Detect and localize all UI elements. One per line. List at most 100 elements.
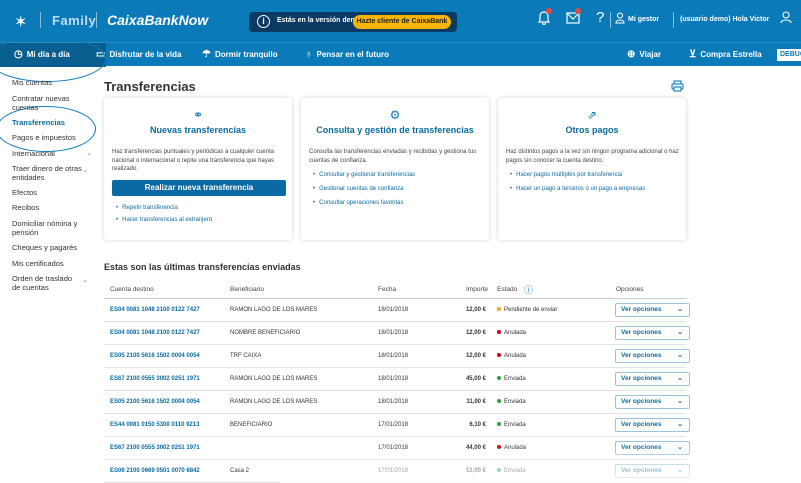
sidebar-item-orden-traslado[interactable]: Orden de traslado de cuentas bbox=[12, 274, 82, 292]
user-profile-icon[interactable] bbox=[780, 11, 792, 27]
nav-compra-estrella[interactable]: ⊻ Compra Estrella bbox=[689, 49, 762, 60]
col-cuenta-destino: Cuenta destino bbox=[110, 286, 154, 293]
print-icon[interactable] bbox=[671, 80, 684, 95]
card-title: Nuevas transferencias bbox=[149, 125, 247, 135]
ver-opciones-label: Ver opciones bbox=[621, 421, 662, 428]
ver-opciones-dropdown[interactable]: Ver opciones ⌄ bbox=[615, 326, 690, 340]
sidebar-item-internacional[interactable]: Internacional bbox=[12, 149, 92, 158]
estado-label: Enviada bbox=[504, 422, 526, 428]
fecha-cell: 18/01/2018 bbox=[378, 376, 409, 382]
table-header: Cuenta destino Beneficiario Fecha Import… bbox=[104, 281, 686, 299]
table-row[interactable]: ES44 0081 0150 5300 0110 9213 BENEFICIARI… bbox=[104, 414, 690, 437]
caixabanknow-brand[interactable]: CaixaBankNow bbox=[107, 12, 208, 28]
nav-disfrutar[interactable]: ▭ Disfrutar de la vida bbox=[96, 49, 181, 60]
sidebar-item-certificados[interactable]: Mis certificados bbox=[12, 259, 92, 268]
cuenta-destino-cell[interactable]: ES67 2100 0555 3002 0251 1971 bbox=[110, 376, 200, 382]
user-greeting[interactable]: (usuario demo) Hola Victor bbox=[680, 16, 769, 23]
estado-cell: Enviada bbox=[497, 376, 526, 382]
nav-viajar[interactable]: ⊕ Viajar bbox=[627, 49, 661, 60]
fecha-cell: 18/01/2018 bbox=[378, 353, 409, 359]
fecha-cell: 18/01/2018 bbox=[378, 399, 409, 405]
estado-label: Enviada bbox=[504, 399, 526, 405]
table-row[interactable]: ES04 0081 1048 2100 0122 7427 RAMON LAGO … bbox=[104, 299, 690, 322]
sidebar-item-cheques[interactable]: Cheques y pagarés bbox=[12, 243, 92, 252]
ver-opciones-dropdown[interactable]: Ver opciones ⌄ bbox=[615, 349, 690, 363]
operaciones-favoritas-link[interactable]: Consultar operaciones favoritas bbox=[313, 200, 403, 206]
card-otros-pagos: ⇗ Otros pagos Haz distintos pagos a la v… bbox=[498, 98, 686, 240]
sidebar-item-mis-cuentas[interactable]: Mis cuentas bbox=[12, 78, 92, 87]
gestor-user-icon[interactable] bbox=[615, 11, 625, 27]
cuenta-destino-cell[interactable]: ES05 2100 5616 1502 0004 0054 bbox=[110, 399, 200, 405]
card-description: Haz transferencias puntuales y periódica… bbox=[112, 149, 275, 172]
cuenta-destino-cell[interactable]: ES06 2100 0669 0501 0070 6842 bbox=[110, 468, 200, 474]
estado-cell: Pendiente de enviar bbox=[497, 307, 557, 313]
divider bbox=[673, 12, 674, 28]
status-dot bbox=[497, 307, 501, 312]
top-bar: ✶ Family CaixaBankNow i Estás en la vers… bbox=[0, 0, 801, 42]
pago-terceros-link[interactable]: Hacer un pago a terceros o un pago a emp… bbox=[510, 186, 645, 192]
family-logo[interactable]: Family bbox=[52, 13, 96, 28]
status-dot bbox=[497, 399, 501, 404]
divider bbox=[96, 12, 97, 28]
sidebar-item-transferencias[interactable]: Transferencias bbox=[12, 118, 92, 127]
annotation-circle bbox=[0, 106, 96, 152]
info-icon: i bbox=[257, 15, 270, 28]
debug-badge[interactable]: DEBUG bbox=[777, 49, 801, 61]
realizar-nueva-transferencia-button[interactable]: Realizar nueva transferencia bbox=[112, 180, 286, 196]
transferencias-extranjero-link[interactable]: Hacer transferencias al extranjero bbox=[116, 217, 212, 223]
cuenta-destino-cell[interactable]: ES05 2100 5616 1502 0004 0054 bbox=[110, 353, 200, 359]
mi-gestor-link[interactable]: Mi gestor bbox=[628, 16, 659, 23]
piggy-bank-icon: ♁ bbox=[305, 49, 313, 60]
status-dot bbox=[497, 353, 501, 358]
cuenta-destino-cell[interactable]: ES04 0081 1048 2100 0122 7427 bbox=[110, 330, 200, 336]
nav-dormir-tranquilo[interactable]: ☂ Dormir tranquilo bbox=[202, 49, 278, 60]
help-circle-icon[interactable]: ⓘ bbox=[524, 283, 533, 296]
nav-pensar-futuro[interactable]: ♁ Pensar en el futuro bbox=[305, 49, 389, 60]
sidebar-item-traer-dinero[interactable]: Traer dinero de otras entidades bbox=[12, 164, 82, 182]
chevron-down-icon[interactable]: ⌄ bbox=[86, 149, 92, 157]
chevron-down-icon: ⌄ bbox=[677, 329, 683, 336]
table-row[interactable]: ES67 2100 0555 3002 0251 1971 RAMON LAGO … bbox=[104, 368, 690, 391]
col-estado: Estado bbox=[497, 286, 518, 293]
beneficiario-cell: RAMON LAGO DE LOS MARES bbox=[230, 307, 318, 313]
repetir-transferencia-link[interactable]: Repetir transferencia bbox=[116, 205, 178, 211]
sidebar-item-recibos[interactable]: Recibos bbox=[12, 203, 92, 212]
estado-label: Anulada bbox=[504, 330, 527, 336]
table-row[interactable]: ES05 2100 5616 1502 0004 0054 RAMON LAGO … bbox=[104, 391, 690, 414]
main-nav: ◷ Mi día a día ▭ Disfrutar de la vida ☂ Dor… bbox=[0, 42, 801, 67]
col-importe: Importe bbox=[466, 286, 489, 293]
become-client-button[interactable]: Hazte cliente de CaixaBank bbox=[353, 15, 451, 29]
beneficiario-cell: TRF CAIXA bbox=[230, 353, 262, 359]
table-row[interactable]: ES04 0081 1048 2100 0122 7427 NOMBRE BENE… bbox=[104, 322, 690, 345]
fecha-cell: 17/01/2018 bbox=[378, 422, 409, 428]
sidebar-item-efectos[interactable]: Efectos bbox=[12, 188, 92, 197]
annotation-circle bbox=[0, 36, 106, 82]
chevron-down-icon: ⌄ bbox=[677, 352, 683, 359]
cuenta-destino-cell[interactable]: ES44 0081 0150 5300 0110 9213 bbox=[110, 422, 199, 428]
cuenta-destino-cell[interactable]: ES04 0081 1048 2100 0122 7427 bbox=[110, 307, 200, 313]
sidebar-item-pagos-impuestos[interactable]: Pagos e impuestos bbox=[12, 133, 92, 142]
cuentas-confianza-link[interactable]: Gestionar cuentas de confianza bbox=[313, 186, 403, 192]
cuenta-destino-cell[interactable]: ES67 2100 0555 3002 0251 1971 bbox=[110, 445, 200, 451]
importe-cell: 6,10 € bbox=[469, 422, 486, 428]
ver-opciones-dropdown[interactable]: Ver opciones ⌄ bbox=[615, 418, 690, 432]
page-title: Transferencias bbox=[104, 79, 196, 94]
chevron-down-icon[interactable]: ⌄ bbox=[82, 276, 88, 284]
ver-opciones-label: Ver opciones bbox=[621, 329, 662, 336]
sidebar-item-contratar[interactable]: Contratar nuevas cuentas bbox=[12, 94, 82, 112]
estado-cell: Enviada bbox=[497, 422, 526, 428]
caixabank-star-logo[interactable]: ✶ bbox=[14, 12, 27, 32]
ver-opciones-dropdown[interactable]: Ver opciones ⌄ bbox=[615, 303, 690, 317]
consultar-gestionar-link[interactable]: Consultar y gestionar transferencias bbox=[313, 172, 415, 178]
ver-opciones-dropdown[interactable]: Ver opciones ⌄ bbox=[615, 395, 690, 409]
table-row[interactable]: ES05 2100 5616 1502 0004 0054 TRF CAIXA 18… bbox=[104, 345, 690, 368]
sidebar-item-domiciliar[interactable]: Domiciliar nómina y pensión bbox=[12, 219, 84, 237]
beneficiario-cell: NOMBRE BENEFICIARIO bbox=[230, 330, 301, 336]
chevron-down-icon: ⌄ bbox=[677, 306, 683, 313]
help-icon[interactable]: ? bbox=[596, 9, 604, 26]
ver-opciones-label: Ver opciones bbox=[621, 352, 662, 359]
importe-cell: 12,00 € bbox=[465, 353, 486, 359]
ver-opciones-dropdown[interactable]: Ver opciones ⌄ bbox=[615, 372, 690, 386]
chevron-down-icon[interactable]: ⌄ bbox=[82, 166, 88, 174]
pagos-multiples-link[interactable]: Hacer pagos múltiples por transferencia bbox=[510, 172, 622, 178]
